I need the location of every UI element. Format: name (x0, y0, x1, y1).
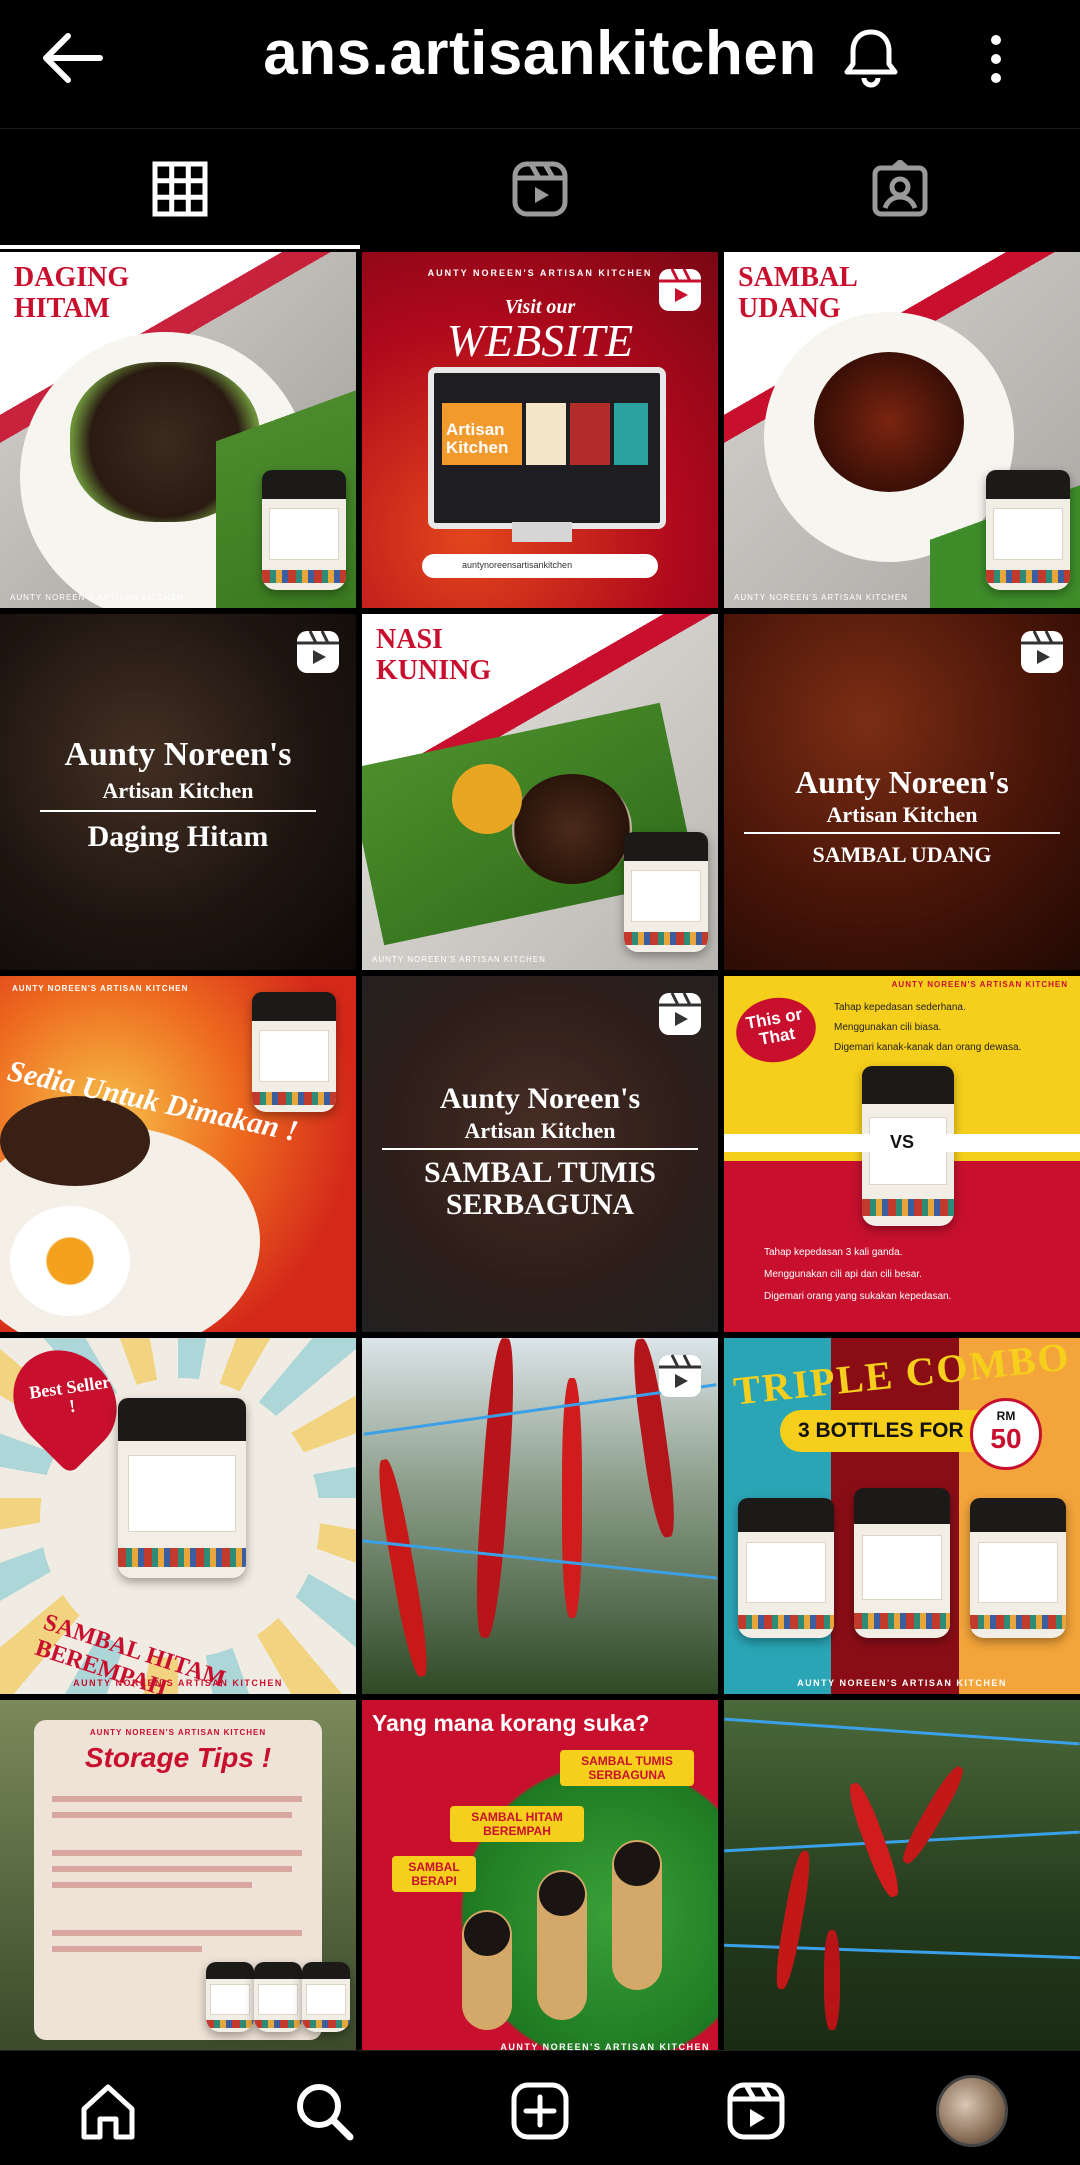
screen-title: Artisan Kitchen (446, 420, 509, 457)
post-title: Storage Tips ! (84, 1742, 272, 1773)
post-line1: Aunty Noreen's (439, 1082, 641, 1115)
sambal-jar (624, 832, 708, 952)
price-badge: RM 50 (970, 1398, 1042, 1470)
post-triple-combo[interactable]: TRIPLE COMBO 3 BOTTLES FOR RM 50 AUNTY N… (724, 1338, 1080, 1694)
vs-text: VS (889, 1132, 914, 1152)
post-footer: AUNTY NOREEN'S ARTISAN KITCHEN (734, 593, 908, 602)
grid-icon (152, 161, 208, 217)
post-sedia-untuk-dimakan[interactable]: AUNTY NOREEN'S ARTISAN KITCHEN Sedia Unt… (0, 976, 356, 1332)
sambal-jar (254, 1962, 302, 2032)
post-line3: Daging Hitam (87, 820, 269, 853)
search-text: auntynoreensartisankitchen (462, 560, 573, 570)
tab-tagged[interactable] (720, 129, 1080, 249)
tab-posts[interactable] (0, 129, 360, 249)
sambal-jar-tumis (854, 1488, 950, 1638)
post-brand: AUNTY NOREEN'S ARTISAN KITCHEN (891, 980, 1068, 989)
label-tumis: SAMBAL TUMIS SERBAGUNA (560, 1750, 694, 1786)
profile-username: ans.artisankitchen (263, 19, 817, 88)
label-berapi: SAMBAL BERAPI (392, 1856, 476, 1892)
post-brand: AUNTY NOREEN'S ARTISAN KITCHEN (12, 984, 189, 993)
post-reel-sambal-udang[interactable]: Aunty Noreen's Artisan Kitchen SAMBAL UD… (724, 614, 1080, 970)
post-line2: Artisan Kitchen (102, 778, 254, 803)
sambal-jar (262, 470, 346, 590)
post-line3: SAMBAL TUMIS (423, 1156, 656, 1189)
bottom-list-item: Menggunakan cili api dan cili besar. (764, 1269, 922, 1280)
sambal-jar (118, 1398, 246, 1578)
create-icon[interactable] (500, 2071, 580, 2151)
reel-badge-icon (1021, 630, 1063, 673)
search-icon[interactable] (284, 2071, 364, 2151)
post-footer: AUNTY NOREEN'S ARTISAN KITCHEN (10, 593, 184, 602)
offer-text: 3 BOTTLES FOR (798, 1419, 964, 1442)
post-best-seller[interactable]: Best Seller ! SAMBAL HITAM BEREMPAH AUNT… (0, 1338, 356, 1694)
profile-tabs (0, 128, 1080, 249)
post-footer: AUNTY NOREEN'S ARTISAN KITCHEN (372, 955, 546, 964)
this-or-that-badge: This or That (731, 991, 821, 1069)
sambal-jar (252, 992, 336, 1112)
bottom-list: Tahap kepedasan 3 kali ganda. Menggunaka… (764, 1242, 951, 1308)
post-reel-chilli-plants[interactable] (362, 1338, 718, 1694)
bell-icon[interactable] (838, 24, 904, 90)
post-this-or-that[interactable]: AUNTY NOREEN'S ARTISAN KITCHEN This or T… (724, 976, 1080, 1332)
post-line4: SERBAGUNA (445, 1188, 635, 1221)
reel-badge-icon (659, 268, 701, 311)
sambal-jar (302, 1962, 350, 2032)
top-list: Tahap kepedasan sederhana. Menggunakan c… (834, 998, 1021, 1058)
profile-avatar[interactable] (932, 2071, 1012, 2151)
post-reel-sambal-tumis[interactable]: Aunty Noreen's Artisan Kitchen SAMBAL TU… (362, 976, 718, 1332)
top-list-item: Tahap kepedasan sederhana. (834, 1002, 966, 1013)
reel-badge-icon (297, 630, 339, 673)
post-sambal-udang[interactable]: SAMBAL UDANG AUNTY NOREEN'S ARTISAN KITC… (724, 252, 1080, 608)
profile-header: ans.artisankitchen (0, 0, 1080, 115)
post-chilli-garden[interactable] (724, 1700, 1080, 2056)
post-footer: AUNTY NOREEN'S ARTISAN KITCHEN (797, 1678, 1007, 1688)
post-yang-mana-korang-suka[interactable]: Yang mana korang suka? SAMBAL TUMIS SERB… (362, 1700, 718, 2056)
tagged-icon (872, 160, 928, 217)
label-hitam: SAMBAL HITAM BEREMPAH (450, 1806, 584, 1842)
posts-grid: DAGING HITAM AUNTY NOREEN'S ARTISAN KITC… (0, 252, 1080, 2056)
badge-text: This or That (744, 1004, 804, 1049)
tab-reels[interactable] (360, 129, 720, 249)
post-line1: Aunty Noreen's (64, 736, 292, 773)
reels-icon (512, 161, 568, 217)
post-title: NASI KUNING (376, 624, 492, 686)
post-storage-tips[interactable]: AUNTY NOREEN'S ARTISAN KITCHEN Storage T… (0, 1700, 356, 2056)
post-title: DAGING HITAM (14, 262, 130, 324)
top-list-item: Digemari kanak-kanak dan orang dewasa. (834, 1042, 1022, 1053)
selected-tab-indicator (0, 245, 360, 249)
post-reel-daging-hitam[interactable]: Aunty Noreen's Artisan Kitchen Daging Hi… (0, 614, 356, 970)
price-value: 50 (990, 1423, 1022, 1454)
post-title: Yang mana korang suka? (372, 1710, 650, 1736)
post-visit-website[interactable]: AUNTY NOREEN'S ARTISAN KITCHEN Visit our… (362, 252, 718, 608)
post-daging-hitam[interactable]: DAGING HITAM AUNTY NOREEN'S ARTISAN KITC… (0, 252, 356, 608)
sambal-jar-berapi (970, 1498, 1066, 1638)
bottom-navigation (0, 2050, 1080, 2165)
more-vertical-icon[interactable] (978, 26, 1014, 92)
reel-badge-icon (659, 1354, 701, 1397)
post-title: SAMBAL UDANG (738, 262, 858, 324)
sambal-jar (986, 470, 1070, 590)
sambal-jar (206, 1962, 254, 2032)
reels-icon[interactable] (716, 2071, 796, 2151)
post-brand: AUNTY NOREEN'S ARTISAN KITCHEN (89, 1728, 267, 1737)
avatar (936, 2075, 1008, 2147)
post-line2: WEBSITE (446, 315, 634, 366)
post-line2: Artisan Kitchen (826, 802, 978, 827)
post-footer: AUNTY NOREEN'S ARTISAN KITCHEN (73, 1678, 283, 1688)
reel-badge-icon (659, 992, 701, 1035)
top-list-item: Menggunakan cili biasa. (834, 1022, 942, 1033)
bottom-list-item: Digemari orang yang sukakan kepedasan. (764, 1291, 952, 1302)
search-bar-graphic: auntynoreensartisankitchen (422, 554, 658, 578)
post-line3: SAMBAL UDANG (812, 842, 992, 867)
home-icon[interactable] (68, 2071, 148, 2151)
bottom-list-item: Tahap kepedasan 3 kali ganda. (764, 1247, 903, 1258)
monitor-graphic: Artisan Kitchen (428, 367, 666, 529)
post-nasi-kuning[interactable]: NASI KUNING AUNTY NOREEN'S ARTISAN KITCH… (362, 614, 718, 970)
price-unit: RM (996, 1409, 1016, 1423)
sambal-jar-hitam (738, 1498, 834, 1638)
post-line2: Artisan Kitchen (464, 1118, 616, 1143)
post-line1: Aunty Noreen's (795, 764, 1009, 800)
